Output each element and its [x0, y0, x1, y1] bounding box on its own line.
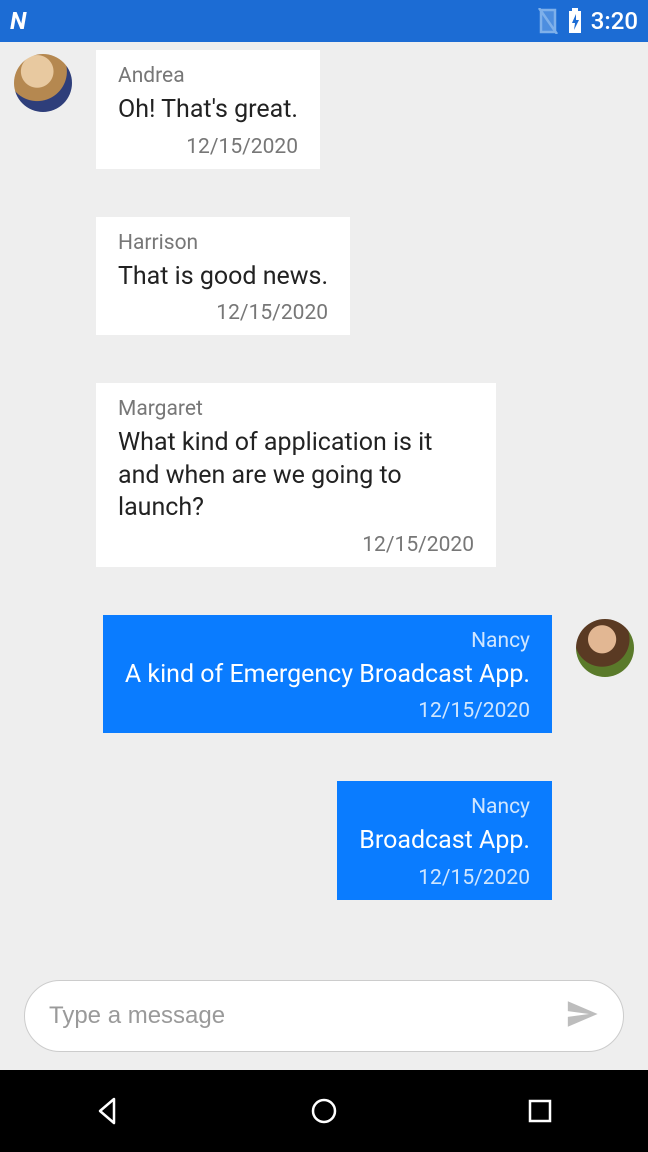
message-row: Andrea Oh! That's great. 12/15/2020 [14, 50, 634, 169]
recents-button[interactable] [520, 1091, 560, 1131]
message-timestamp: 12/15/2020 [118, 135, 298, 159]
message-text: Broadcast App. [359, 825, 530, 858]
message-text: That is good news. [118, 261, 328, 294]
message-sender: Harrison [118, 231, 328, 255]
message-text: A kind of Emergency Broadcast App. [125, 659, 530, 692]
message-bubble[interactable]: Harrison That is good news. 12/15/2020 [96, 217, 350, 336]
android-n-icon: N [10, 7, 25, 35]
avatar[interactable] [14, 54, 72, 112]
message-row: Harrison That is good news. 12/15/2020 [14, 217, 634, 336]
message-text: Oh! That's great. [118, 94, 298, 127]
avatar[interactable] [576, 619, 634, 677]
message-timestamp: 12/15/2020 [125, 699, 530, 723]
message-text: What kind of application is it and when … [118, 427, 474, 525]
home-button[interactable] [304, 1091, 344, 1131]
composer-pill [24, 980, 624, 1052]
message-sender: Nancy [359, 795, 530, 819]
no-sim-icon [537, 8, 559, 34]
composer-bar [0, 968, 648, 1070]
message-timestamp: 12/15/2020 [118, 301, 328, 325]
message-timestamp: 12/15/2020 [359, 866, 530, 890]
message-sender: Margaret [118, 397, 474, 421]
message-row: Nancy Broadcast App. 12/15/2020 [14, 781, 634, 900]
message-bubble[interactable]: Nancy Broadcast App. 12/15/2020 [337, 781, 552, 900]
android-status-bar: N 3:20 [0, 0, 648, 42]
chat-message-list[interactable]: Andrea Oh! That's great. 12/15/2020 Harr… [0, 42, 648, 968]
battery-charging-icon [567, 8, 583, 34]
message-bubble[interactable]: Margaret What kind of application is it … [96, 383, 496, 567]
message-sender: Nancy [125, 629, 530, 653]
message-timestamp: 12/15/2020 [118, 533, 474, 557]
message-row: Margaret What kind of application is it … [14, 383, 634, 567]
android-navigation-bar [0, 1070, 648, 1152]
message-input[interactable] [49, 1002, 565, 1030]
message-row: Nancy A kind of Emergency Broadcast App.… [14, 615, 634, 734]
message-bubble[interactable]: Andrea Oh! That's great. 12/15/2020 [96, 50, 320, 169]
status-bar-clock: 3:20 [591, 7, 638, 35]
message-sender: Andrea [118, 64, 298, 88]
message-bubble[interactable]: Nancy A kind of Emergency Broadcast App.… [103, 615, 552, 734]
back-button[interactable] [88, 1091, 128, 1131]
send-icon[interactable] [565, 997, 599, 1035]
